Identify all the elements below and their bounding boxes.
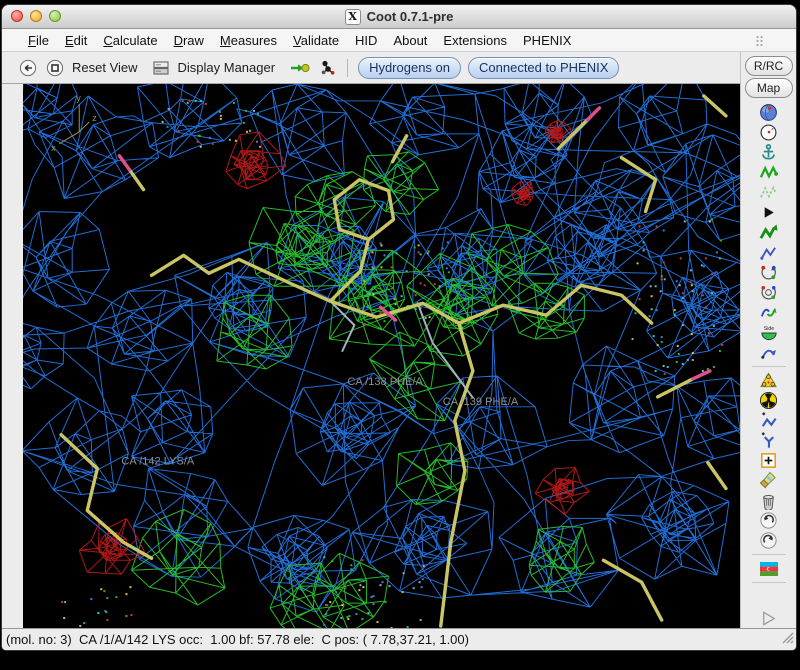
menu-about[interactable]: About xyxy=(385,31,435,50)
zoom-button[interactable] xyxy=(49,10,61,22)
recentre-icon[interactable] xyxy=(757,123,781,142)
undo-view-icon[interactable] xyxy=(18,58,38,78)
globe-icon[interactable] xyxy=(757,103,781,122)
fix-atoms-anchor-icon[interactable] xyxy=(757,143,781,162)
atom-label: CA /138 PHE/A xyxy=(347,376,423,388)
molecule-icon[interactable] xyxy=(317,58,337,78)
menu-measures[interactable]: Measures xyxy=(212,31,285,50)
add-terminal-residue-icon[interactable] xyxy=(757,411,781,430)
flag-icon[interactable] xyxy=(757,559,781,578)
window-title-text: Coot 0.7.1-pre xyxy=(367,9,454,24)
gl-canvas[interactable]: y x z CA /142 LYS/A CA /138 PHE/A CA /139 PHE… xyxy=(23,84,740,628)
regularize-zone-icon[interactable] xyxy=(757,183,781,202)
side-chain-180-icon[interactable]: Side xyxy=(757,323,781,342)
axis-label-z: z xyxy=(92,113,97,123)
close-button[interactable] xyxy=(11,10,23,22)
axis-label-x: x xyxy=(51,143,56,153)
phenix-connection-button[interactable]: Connected to PHENIX xyxy=(468,57,619,79)
auto-fit-rotamer-icon[interactable] xyxy=(757,223,781,242)
toolbar-separator xyxy=(347,59,348,77)
jed-flip-icon[interactable] xyxy=(757,343,781,362)
edit-chi-angles-icon[interactable] xyxy=(757,263,781,282)
paintbrush-icon[interactable] xyxy=(757,471,781,490)
rigid-body-fit-icon[interactable] xyxy=(757,203,781,222)
display-manager-button[interactable]: Display Manager xyxy=(178,60,276,75)
simple-mutate-icon[interactable] xyxy=(757,391,781,410)
toolbar-separator xyxy=(752,582,786,583)
menu-edit[interactable]: Edit xyxy=(57,31,95,50)
real-space-refine-icon[interactable] xyxy=(757,163,781,182)
torsion-general-icon[interactable] xyxy=(757,283,781,302)
add-alt-conf-icon[interactable] xyxy=(757,431,781,450)
rotate-recentre-mode-button[interactable]: R/RC xyxy=(745,56,793,76)
delete-item-icon[interactable] xyxy=(757,491,781,510)
coot-window: X Coot 0.7.1-pre FileEditCalculateDrawMe… xyxy=(1,4,797,651)
main-toolbar: Reset View Display Manager Hydrogens on … xyxy=(2,52,740,84)
minimize-button[interactable] xyxy=(30,10,42,22)
menu-draw[interactable]: Draw xyxy=(166,31,212,50)
toolbar-separator xyxy=(752,366,786,367)
reset-view-button[interactable]: Reset View xyxy=(72,60,138,75)
toolbar-separator xyxy=(752,554,786,555)
atom-label: CA /139 PHE/A xyxy=(443,396,519,408)
map-mode-button[interactable]: Map xyxy=(745,78,793,98)
menu-phenix[interactable]: PHENIX xyxy=(515,31,579,50)
go-to-ligand-icon[interactable] xyxy=(290,58,310,78)
toolbar-drag-handle-icon[interactable] xyxy=(755,34,764,52)
resize-grip[interactable] xyxy=(781,631,794,649)
svg-text:Side: Side xyxy=(763,326,774,332)
atom-label: CA /142 LYS/A xyxy=(121,456,195,468)
menu-file[interactable]: File xyxy=(20,31,57,50)
status-bar: (mol. no: 3) CA /1/A/142 LYS occ: 1.00 b… xyxy=(2,628,796,650)
title-bar[interactable]: X Coot 0.7.1-pre xyxy=(2,5,796,29)
recentre-view-icon[interactable] xyxy=(45,58,65,78)
rotamers-icon[interactable] xyxy=(757,243,781,262)
menu-validate[interactable]: Validate xyxy=(285,31,347,50)
redo-icon[interactable] xyxy=(757,531,781,550)
menu-bar: FileEditCalculateDrawMeasuresValidateHID… xyxy=(2,29,796,52)
hydrogens-toggle-button[interactable]: Hydrogens on xyxy=(358,57,461,79)
mutate-auto-fit-icon[interactable] xyxy=(757,371,781,390)
window-title: X Coot 0.7.1-pre xyxy=(345,9,454,25)
axis-label-y: y xyxy=(76,93,81,103)
menu-calculate[interactable]: Calculate xyxy=(95,31,165,50)
flip-peptide-icon[interactable] xyxy=(757,303,781,322)
status-text: (mol. no: 3) CA /1/A/142 LYS occ: 1.00 b… xyxy=(6,632,469,647)
display-manager-icon[interactable] xyxy=(151,58,171,78)
modelling-toolbar: Side xyxy=(741,103,796,628)
right-panel: R/RC Map Side xyxy=(740,52,796,628)
menu-hid[interactable]: HID xyxy=(347,31,385,50)
run-script-icon[interactable] xyxy=(757,609,781,628)
traffic-lights xyxy=(11,10,61,22)
undo-icon[interactable] xyxy=(757,511,781,530)
place-atom-icon[interactable] xyxy=(757,451,781,470)
left-gutter xyxy=(2,84,23,628)
x11-icon: X xyxy=(345,9,361,25)
menu-extensions[interactable]: Extensions xyxy=(435,31,515,50)
